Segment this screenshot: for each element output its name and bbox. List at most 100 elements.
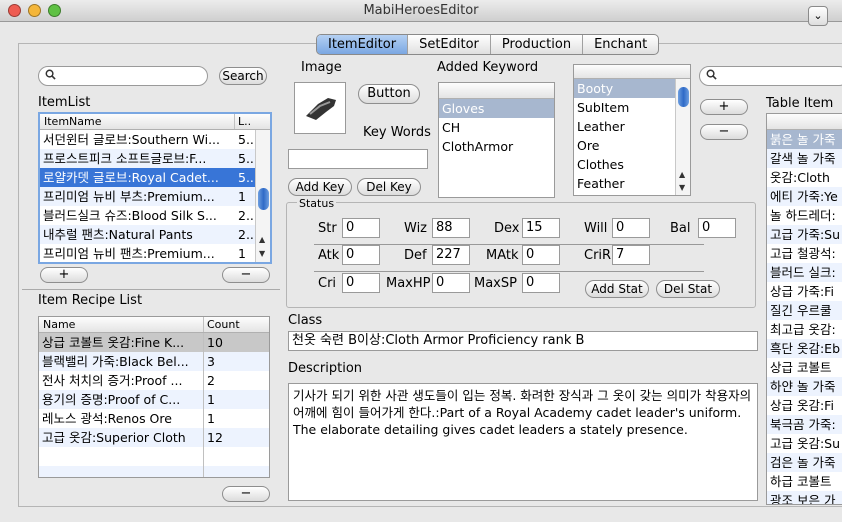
list-item[interactable]: 갈색 놀 가죽 bbox=[767, 149, 842, 168]
item-name: 로얄카뎃 글로브:Royal Cadet... bbox=[43, 170, 219, 185]
remove-item-button[interactable]: − bbox=[222, 267, 270, 283]
remove-recipe-button[interactable]: − bbox=[222, 486, 270, 502]
item-level: 2.. bbox=[238, 227, 254, 242]
list-item[interactable]: 블러드실크 슈즈:Blood Silk S... 2.. bbox=[40, 206, 270, 225]
list-item[interactable]: 흑단 옷감:Eb bbox=[767, 339, 842, 358]
stat-crir-field[interactable]: 7 bbox=[612, 245, 650, 265]
scroll-up-icon[interactable]: ▲ bbox=[679, 170, 685, 179]
keyword-row[interactable]: CH bbox=[439, 118, 554, 137]
scroll-down-icon[interactable]: ▼ bbox=[259, 249, 265, 258]
table-row[interactable]: 전사 처치의 증거:Proof ... 2 bbox=[39, 371, 269, 390]
stat-def-field[interactable]: 227 bbox=[432, 245, 470, 265]
stat-wiz-field[interactable]: 88 bbox=[432, 218, 470, 238]
list-item[interactable]: 놀 하드레더: bbox=[767, 206, 842, 225]
stat-dex-field[interactable]: 15 bbox=[522, 218, 560, 238]
keyword-row[interactable]: Gloves bbox=[439, 99, 554, 118]
stat-maxhp-field[interactable]: 0 bbox=[432, 273, 470, 293]
scroll-up-icon[interactable]: ▲ bbox=[259, 235, 265, 244]
list-item[interactable]: 프리미엄 뉴비 부츠:Premium... 1 bbox=[40, 187, 270, 206]
item-image[interactable] bbox=[294, 82, 346, 134]
stat-matk-field[interactable]: 0 bbox=[522, 245, 560, 265]
table-row[interactable]: 용기의 증명:Proof of C... 1 bbox=[39, 390, 269, 409]
table-row[interactable]: 블랙밸리 가죽:Black Bel... 3 bbox=[39, 352, 269, 371]
add-stat-button[interactable]: Add Stat bbox=[585, 280, 649, 298]
class-label: Class bbox=[288, 313, 323, 328]
list-item[interactable]: 로얄카뎃 글로브:Royal Cadet... 5.. bbox=[40, 168, 270, 187]
class-field[interactable]: 천옷 숙련 B이상:Cloth Armor Proficiency rank B bbox=[288, 331, 758, 351]
column-count[interactable]: Count bbox=[207, 317, 240, 332]
item-level: 1 bbox=[238, 189, 246, 204]
table-row[interactable] bbox=[39, 447, 269, 466]
table-row[interactable]: 상급 코볼트 옷감:Fine K... 10 bbox=[39, 333, 269, 352]
keyword-option[interactable]: Booty bbox=[574, 79, 690, 98]
stat-str-field[interactable]: 0 bbox=[342, 218, 380, 238]
description-area[interactable]: 기사가 되기 위한 사관 생도들이 입는 정복. 화려한 장식과 그 옷이 갖는… bbox=[288, 383, 758, 501]
image-button[interactable]: Button bbox=[358, 84, 420, 104]
list-item[interactable]: 고급 가죽:Su bbox=[767, 225, 842, 244]
stat-label: Bal bbox=[670, 221, 691, 236]
add-table-item-button[interactable]: + bbox=[700, 99, 748, 115]
del-key-button[interactable]: Del Key bbox=[357, 178, 421, 196]
column-itemname[interactable]: ItemName bbox=[44, 114, 102, 129]
add-item-button[interactable]: + bbox=[40, 267, 88, 283]
stat-bal-field[interactable]: 0 bbox=[698, 218, 736, 238]
keyword-option[interactable]: Leather bbox=[574, 117, 690, 136]
list-item[interactable]: 최고급 옷감: bbox=[767, 320, 842, 339]
table-item-list: 붉은 놀 가죽 갈색 놀 가죽 옷감:Cloth 에티 가죽:Ye 놀 하드레더: 고급 … bbox=[766, 113, 842, 505]
search-button[interactable]: Search bbox=[219, 67, 267, 85]
keyword-option[interactable]: Clothes bbox=[574, 155, 690, 174]
list-item[interactable]: 북극곰 가죽: bbox=[767, 415, 842, 434]
scroll-down-icon[interactable]: ▼ bbox=[679, 183, 685, 192]
list-item[interactable]: 서던윈터 글로브:Southern Wi... 5.. bbox=[40, 130, 270, 149]
tab-production[interactable]: Production bbox=[491, 35, 584, 54]
table-search-field[interactable] bbox=[699, 66, 842, 86]
tab-item-editor[interactable]: ItemEditor bbox=[317, 35, 409, 54]
chevron-down-icon[interactable]: ⌄ bbox=[808, 6, 828, 26]
itemlist-scrollbar[interactable]: ▲ ▼ bbox=[255, 130, 270, 262]
list-item[interactable]: 하얀 놀 가죽 bbox=[767, 377, 842, 396]
tab-enchant[interactable]: Enchant bbox=[583, 35, 658, 54]
list-item[interactable]: 프로스트피크 소프트글로브:F... 5.. bbox=[40, 149, 270, 168]
list-item[interactable]: 블러드 실크: bbox=[767, 263, 842, 282]
add-key-button[interactable]: Add Key bbox=[288, 178, 352, 196]
image-label: Image bbox=[301, 60, 342, 75]
list-item[interactable]: 광조 보은 가 bbox=[767, 491, 842, 504]
scroll-thumb[interactable] bbox=[678, 87, 689, 107]
scroll-thumb[interactable] bbox=[258, 188, 269, 210]
stat-atk-field[interactable]: 0 bbox=[342, 245, 380, 265]
item-search-field[interactable] bbox=[38, 66, 208, 86]
list-item[interactable]: 고급 철광석: bbox=[767, 244, 842, 263]
stat-cri-field[interactable]: 0 bbox=[342, 273, 380, 293]
keywords-input[interactable] bbox=[288, 149, 428, 169]
keyword-row[interactable]: ClothArmor bbox=[439, 137, 554, 156]
del-stat-button[interactable]: Del Stat bbox=[656, 280, 720, 298]
stat-will-field[interactable]: 0 bbox=[612, 218, 650, 238]
stat-maxsp-field[interactable]: 0 bbox=[522, 273, 560, 293]
list-item[interactable]: 상급 코볼트 bbox=[767, 358, 842, 377]
stat-label: Atk bbox=[318, 248, 340, 263]
list-item[interactable]: 에티 가죽:Ye bbox=[767, 187, 842, 206]
keyword-option[interactable]: Feather bbox=[574, 174, 690, 193]
stat-label: Will bbox=[584, 221, 608, 236]
column-level[interactable]: L.. bbox=[238, 114, 251, 129]
table-row[interactable]: 레노스 광석:Renos Ore 1 bbox=[39, 409, 269, 428]
tab-set-editor[interactable]: SetEditor bbox=[408, 35, 491, 54]
keyword-scrollbar[interactable]: ▲ ▼ bbox=[675, 79, 690, 195]
list-item[interactable]: 하급 코볼트 bbox=[767, 472, 842, 491]
column-name[interactable]: Name bbox=[43, 317, 75, 332]
list-item[interactable]: 내추럴 팬츠:Natural Pants 2.. bbox=[40, 225, 270, 244]
list-item[interactable]: 고급 옷감:Su bbox=[767, 434, 842, 453]
list-item[interactable]: 검은 놀 가죽 bbox=[767, 453, 842, 472]
recipe-rows: 상급 코볼트 옷감:Fine K... 10 블랙밸리 가죽:Black Bel..… bbox=[39, 333, 269, 477]
keyword-option[interactable]: SubItem bbox=[574, 98, 690, 117]
table-row[interactable] bbox=[39, 466, 269, 477]
list-item[interactable]: 붉은 놀 가죽 bbox=[767, 130, 842, 149]
remove-table-item-button[interactable]: − bbox=[700, 124, 748, 140]
keyword-option[interactable]: Ore bbox=[574, 136, 690, 155]
list-item[interactable]: 질긴 우르쿨 bbox=[767, 301, 842, 320]
table-row[interactable]: 고급 옷감:Superior Cloth 12 bbox=[39, 428, 269, 447]
list-item[interactable]: 프리미엄 뉴비 팬츠:Premium... 1 bbox=[40, 244, 270, 262]
list-item[interactable]: 옷감:Cloth bbox=[767, 168, 842, 187]
list-item[interactable]: 상급 옷감:Fi bbox=[767, 396, 842, 415]
list-item[interactable]: 상급 가죽:Fi bbox=[767, 282, 842, 301]
